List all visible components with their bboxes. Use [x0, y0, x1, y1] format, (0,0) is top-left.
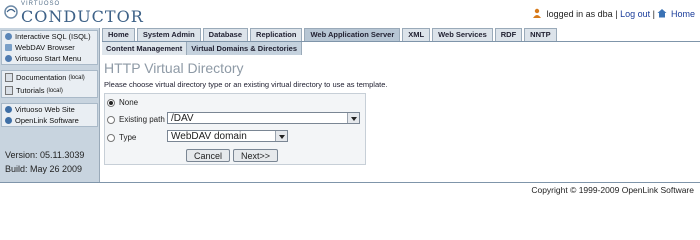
subtab-virtual-domains[interactable]: Virtual Domains & Directories [187, 42, 302, 55]
separator: | [652, 9, 655, 19]
option-existing-label: Existing path [119, 115, 165, 124]
sidebar-item-openlink[interactable]: OpenLink Software [2, 115, 97, 126]
build-text: Build: May 26 2009 [5, 164, 83, 174]
dropdown-arrow-icon[interactable] [347, 113, 359, 123]
tab-web-application-server[interactable]: Web Application Server [304, 28, 401, 41]
type-value: WebDAV domain [171, 131, 247, 142]
sidebar-item-website[interactable]: Virtuoso Web Site [2, 104, 97, 115]
logged-in-text: logged in as dba [546, 9, 613, 19]
website-icon [5, 106, 12, 113]
logo-big-text: CONDUCTOR [21, 7, 144, 26]
tab-nntp[interactable]: NNTP [524, 28, 557, 41]
option-existing-row: Existing path [107, 115, 165, 124]
tab-database[interactable]: Database [202, 28, 249, 41]
template-form: None Existing path /DAV Type WebDAV doma… [104, 93, 366, 165]
header: VIRTUOSO CONDUCTOR logged in as dba | Lo… [0, 0, 700, 26]
tab-replication[interactable]: Replication [250, 28, 303, 41]
dropdown-arrow-icon[interactable] [275, 131, 287, 141]
option-none-row: None [107, 98, 138, 107]
sidebar-group-docs: Documentation (local) Tutorials (local) [1, 70, 98, 98]
documentation-icon [5, 73, 13, 82]
version-text: Version: 05.11.3039 [5, 150, 85, 160]
user-bar: logged in as dba | Log out | Home [532, 8, 695, 19]
logo-mark-icon [4, 5, 18, 19]
next-button[interactable]: Next>> [233, 149, 278, 162]
version-info: Version: 05.11.3039 Build: May 26 2009 [5, 148, 84, 176]
openlink-icon [5, 117, 12, 124]
startmenu-icon [5, 55, 12, 62]
option-type-label: Type [119, 133, 137, 142]
option-none-label: None [119, 98, 139, 107]
sidebar-group-tools: Interactive SQL (ISQL) WebDAV Browser Vi… [1, 30, 98, 65]
subtab-content-management[interactable]: Content Management [102, 42, 188, 55]
existing-path-select[interactable]: /DAV [167, 112, 360, 124]
separator: | [615, 9, 618, 19]
home-link[interactable]: Home [671, 9, 695, 19]
sidebar: Interactive SQL (ISQL) WebDAV Browser Vi… [0, 28, 100, 183]
tutorials-icon [5, 86, 13, 95]
type-select[interactable]: WebDAV domain [167, 130, 288, 142]
radio-existing-path[interactable] [107, 115, 115, 124]
tab-web-services[interactable]: Web Services [432, 28, 493, 41]
cancel-button[interactable]: Cancel [186, 149, 230, 162]
tab-system-admin[interactable]: System Admin [136, 28, 201, 41]
main-tabs: Home System Admin Database Replication W… [102, 28, 559, 41]
existing-path-value: /DAV [171, 113, 194, 124]
sidebar-item-start-menu[interactable]: Virtuoso Start Menu [2, 53, 97, 64]
sub-tabs: Content Management Virtual Domains & Dir… [102, 42, 302, 55]
page-title: HTTP Virtual Directory [104, 60, 244, 76]
logout-link[interactable]: Log out [620, 9, 650, 19]
tab-xml[interactable]: XML [402, 28, 431, 41]
user-icon [533, 8, 542, 18]
tab-rdf[interactable]: RDF [494, 28, 523, 41]
home-icon[interactable] [657, 8, 667, 18]
radio-type[interactable] [107, 133, 115, 142]
sidebar-item-tutorials[interactable]: Tutorials (local) [2, 84, 97, 97]
footer-divider [0, 182, 700, 183]
option-type-row: Type [107, 133, 136, 142]
instructions-text: Please choose virtual directory type or … [104, 80, 388, 89]
copyright-text: Copyright © 1999-2009 OpenLink Software [531, 185, 694, 195]
webdav-icon [5, 44, 12, 51]
sidebar-group-links: Virtuoso Web Site OpenLink Software [1, 103, 98, 127]
isql-icon [5, 33, 12, 40]
sidebar-item-isql[interactable]: Interactive SQL (ISQL) [2, 31, 97, 42]
radio-none[interactable] [107, 98, 115, 107]
sidebar-item-documentation[interactable]: Documentation (local) [2, 71, 97, 84]
tab-home[interactable]: Home [102, 28, 135, 41]
sidebar-item-webdav[interactable]: WebDAV Browser [2, 42, 97, 53]
